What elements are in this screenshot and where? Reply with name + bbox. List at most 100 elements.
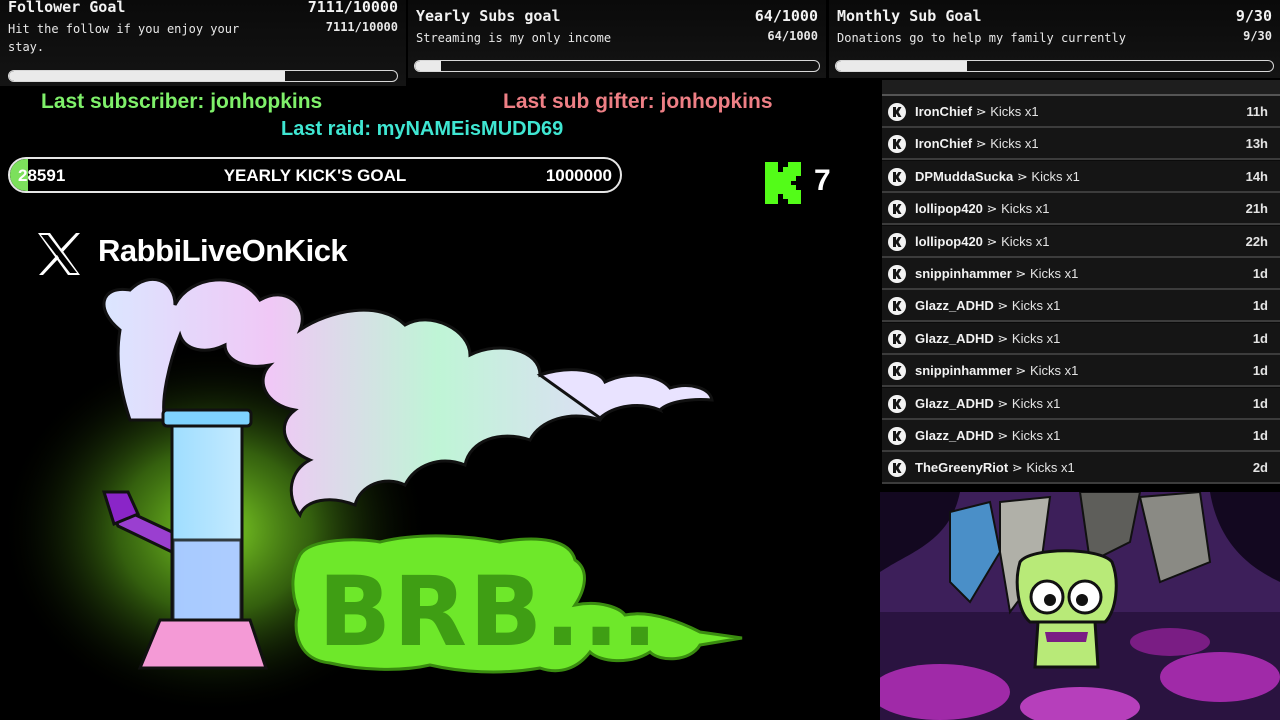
- feed-time: 1d: [1252, 266, 1268, 281]
- feed-time: 1d: [1252, 428, 1268, 443]
- kicks-feed: IronChief ⋗ Kicks x1 11h IronChief ⋗ Kicks…: [882, 80, 1280, 484]
- yearly-kicks-goal-bar: 28591 YEARLY KICK'S GOAL 1000000: [8, 157, 622, 193]
- feed-separator: ⋗: [986, 201, 998, 217]
- feed-row: Glazz_ADHD ⋗ Kicks x1 1d: [882, 290, 1280, 323]
- feed-separator: ⋗: [1016, 168, 1028, 184]
- last-subscriber: Last subscriber: jonhopkins: [41, 90, 323, 113]
- feed-row: DPMuddaSucka ⋗ Kicks x1 14h: [882, 160, 1280, 193]
- yearly-subs-goal-widget: Yearly Subs goal 64/1000 Streaming is my…: [408, 0, 826, 78]
- feed-time: 14h: [1245, 168, 1268, 184]
- kicks-goal-label: YEARLY KICK'S GOAL: [223, 166, 407, 185]
- feed-username: Glazz_ADHD: [915, 298, 994, 314]
- feed-item: Kicks x1: [990, 104, 1039, 119]
- feed-username: TheGreenyRiot: [915, 460, 1009, 476]
- feed-item: Kicks x1: [990, 136, 1039, 152]
- feed-separator: ⋗: [975, 104, 987, 119]
- feed-row: lollipop420 ⋗ Kicks x1 21h: [882, 193, 1280, 226]
- feed-username: Glazz_ADHD: [915, 330, 994, 346]
- feed-entry: Glazz_ADHD ⋗ Kicks x1: [915, 298, 1060, 314]
- feed-entry: snippinhammer ⋗ Kicks x1: [915, 363, 1078, 379]
- feed-time: 1d: [1252, 363, 1268, 379]
- goal-count-secondary: 7111/10000: [325, 20, 398, 34]
- feed-username: lollipop420: [915, 201, 983, 217]
- monthly-subs-goal-widget: Monthly Sub Goal 9/30 Donations go to he…: [829, 0, 1280, 78]
- feed-separator: ⋗: [975, 136, 987, 152]
- feed-row: TheGreenyRiot ⋗ Kicks x1 2d: [882, 452, 1280, 484]
- goal-progress-bar: [835, 60, 1274, 72]
- feed-item: Kicks x1: [1011, 330, 1061, 346]
- kick-circle-icon: [888, 329, 906, 348]
- feed-separator: ⋗: [986, 233, 998, 249]
- last-sub-gifter: Last sub gifter: jonhopkins: [503, 90, 773, 113]
- goal-count: 64/1000: [754, 7, 818, 25]
- feed-entry: snippinhammer ⋗ Kicks x1: [915, 266, 1078, 282]
- feed-partial-row: [882, 80, 1280, 96]
- feed-separator: ⋗: [997, 428, 1009, 443]
- goal-count-secondary: 64/1000: [767, 29, 818, 43]
- last-raid: Last raid: myNAMEisMUDD69: [281, 118, 564, 140]
- feed-row: Glazz_ADHD ⋗ Kicks x1 1d: [882, 322, 1280, 355]
- feed-row: IronChief ⋗ Kicks x1 13h: [882, 128, 1280, 161]
- feed-time: 1d: [1252, 395, 1268, 411]
- feed-row: snippinhammer ⋗ Kicks x1 1d: [882, 355, 1280, 388]
- feed-item: Kicks x1: [1011, 428, 1061, 443]
- feed-entry: Glazz_ADHD ⋗ Kicks x1: [915, 428, 1060, 444]
- brb-text: BRB...: [318, 556, 660, 668]
- feed-username: IronChief: [915, 104, 973, 119]
- social-handle: RabbiLiveOnKick: [98, 233, 348, 268]
- kick-circle-icon: [888, 265, 906, 283]
- feed-separator: ⋗: [1015, 363, 1027, 379]
- feed-time: 21h: [1245, 201, 1268, 217]
- feed-entry: IronChief ⋗ Kicks x1: [915, 136, 1039, 152]
- feed-row: snippinhammer ⋗ Kicks x1 1d: [882, 258, 1280, 290]
- kick-circle-icon: [888, 232, 906, 251]
- goal-progress-fill: [415, 61, 441, 71]
- goal-count: 9/30: [1235, 7, 1272, 25]
- goal-description: Streaming is my only income: [416, 31, 612, 45]
- brb-illustration: BRB...: [0, 277, 743, 715]
- feed-time: 22h: [1245, 233, 1268, 249]
- feed-entry: Glazz_ADHD ⋗ Kicks x1: [915, 396, 1060, 412]
- goal-title: Follower Goal: [8, 0, 126, 16]
- feed-entry: Glazz_ADHD ⋗ Kicks x1: [915, 331, 1060, 347]
- goal-description: Hit the follow if you enjoy your stay.: [8, 22, 240, 54]
- kick-logo-icon: [765, 162, 801, 204]
- kick-circle-icon: [888, 394, 906, 413]
- goal-progress-bar: [414, 60, 820, 72]
- kick-counter-value: 7: [814, 164, 831, 197]
- feed-item: Kicks x1: [1026, 460, 1075, 476]
- feed-item: Kicks x1: [1031, 168, 1080, 184]
- feed-item: Kicks x1: [1011, 298, 1061, 314]
- kick-circle-icon: [888, 103, 906, 121]
- feed-time: 2d: [1252, 460, 1268, 476]
- follower-goal-widget: Follower Goal 7111/10000 Hit the follow …: [0, 0, 406, 86]
- goal-progress-fill: [836, 61, 968, 71]
- feed-item: Kicks x1: [1001, 233, 1050, 249]
- feed-entry: DPMuddaSucka ⋗ Kicks x1: [915, 169, 1080, 185]
- feed-entry: lollipop420 ⋗ Kicks x1: [915, 201, 1049, 217]
- feed-username: snippinhammer: [915, 266, 1012, 281]
- goal-count: 7111/10000: [307, 0, 398, 16]
- feed-username: lollipop420: [915, 233, 983, 249]
- feed-item: Kicks x1: [1001, 201, 1050, 217]
- feed-time: 13h: [1245, 136, 1268, 152]
- kick-circle-icon: [888, 362, 906, 381]
- feed-item: Kicks x1: [1029, 266, 1079, 281]
- feed-separator: ⋗: [997, 395, 1009, 411]
- kick-circle-icon: [888, 200, 906, 219]
- feed-entry: TheGreenyRiot ⋗ Kicks x1: [915, 460, 1075, 476]
- goal-title: Monthly Sub Goal: [837, 7, 982, 25]
- feed-username: snippinhammer: [915, 363, 1012, 379]
- feed-separator: ⋗: [1011, 460, 1023, 476]
- feed-username: DPMuddaSucka: [915, 168, 1014, 184]
- kick-circle-icon: [888, 167, 906, 186]
- kick-circle-icon: [888, 459, 906, 478]
- feed-row: Glazz_ADHD ⋗ Kicks x1 1d: [882, 420, 1280, 452]
- feed-row: lollipop420 ⋗ Kicks x1 22h: [882, 225, 1280, 258]
- goal-progress-fill: [9, 71, 285, 81]
- goal-count-secondary: 9/30: [1243, 29, 1272, 43]
- feed-username: Glazz_ADHD: [915, 395, 994, 411]
- feed-time: 11h: [1246, 104, 1268, 119]
- feed-username: Glazz_ADHD: [915, 428, 994, 443]
- kick-circle-icon: [888, 427, 906, 445]
